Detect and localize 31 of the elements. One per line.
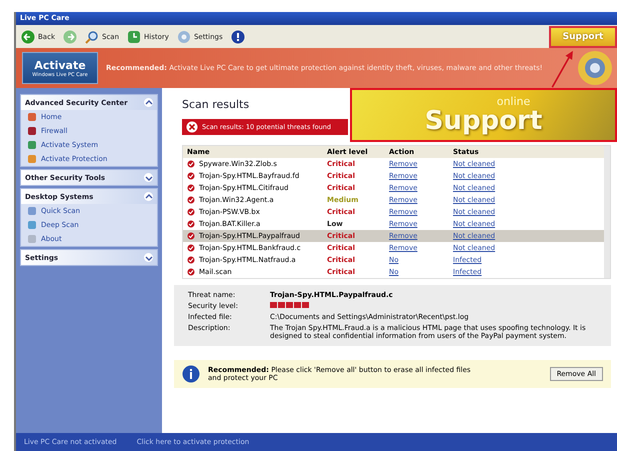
threat-icon	[187, 220, 195, 228]
system-icon	[27, 140, 37, 150]
about-icon	[27, 234, 37, 244]
threat-icon	[187, 160, 195, 168]
firewall-icon	[27, 126, 37, 136]
collapse-icon[interactable]	[144, 173, 153, 182]
threat-icon	[187, 184, 195, 192]
collapse-icon[interactable]	[144, 192, 153, 201]
threat-icon	[187, 232, 195, 240]
collapse-icon[interactable]	[144, 98, 153, 107]
settings-icon	[176, 30, 191, 44]
page-title: Scan results	[182, 98, 250, 111]
threat-icon	[187, 208, 195, 216]
scrollbar[interactable]	[604, 146, 610, 278]
threat-icon	[187, 172, 195, 180]
deep-icon	[27, 220, 37, 230]
shield-icon	[575, 49, 615, 87]
magnifier-icon	[85, 30, 99, 44]
threat-icon	[187, 256, 195, 264]
callout-title: Support	[424, 106, 542, 134]
collapse-icon[interactable]	[144, 253, 153, 262]
threat-icon	[187, 268, 195, 276]
info-icon	[182, 365, 200, 383]
threat-icon	[187, 244, 195, 252]
callout-caption: online	[496, 96, 530, 106]
history-icon	[127, 30, 142, 44]
error-icon	[186, 121, 198, 133]
scan-icon	[27, 206, 37, 216]
home-icon	[27, 112, 37, 122]
protection-icon	[27, 154, 37, 164]
threat-icon	[187, 196, 195, 204]
